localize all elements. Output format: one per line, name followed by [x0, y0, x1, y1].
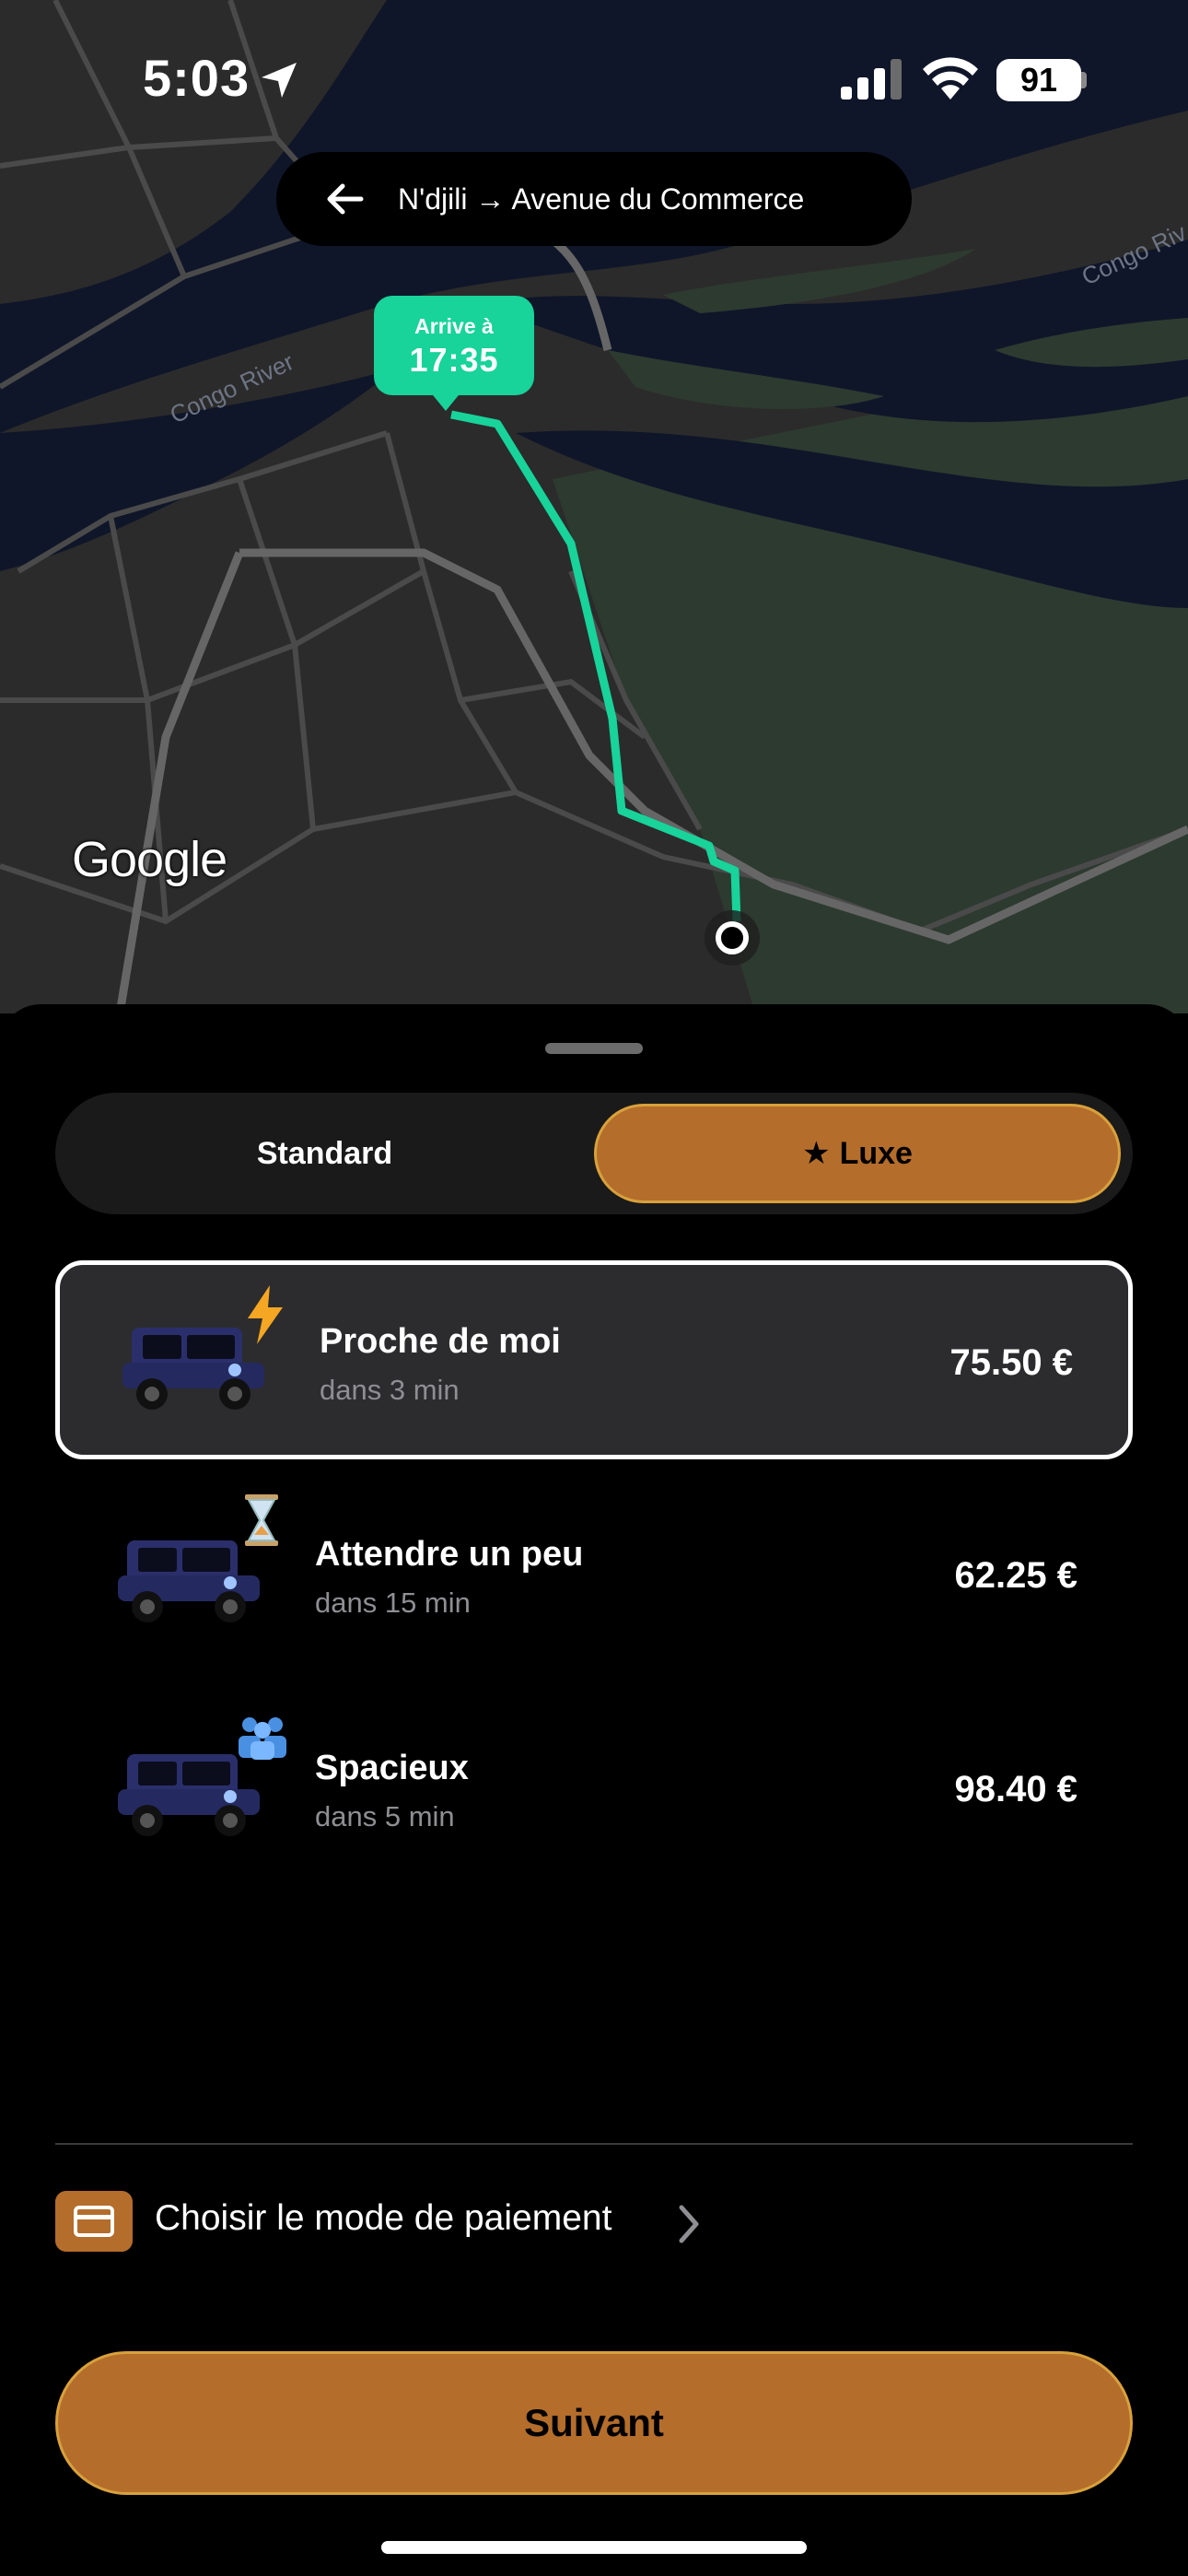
ride-option-proche[interactable]: Proche de moi dans 3 min 75.50 €	[55, 1260, 1133, 1459]
location-arrow-icon	[262, 63, 297, 98]
lightning-icon	[248, 1285, 283, 1344]
option-eta: dans 15 min	[315, 1587, 471, 1619]
option-price: 98.40 €	[954, 1769, 1077, 1809]
eta-label: Arrive à	[414, 314, 494, 338]
ride-option-spacieux[interactable]: Spacieux dans 5 min 98.40 €	[55, 1692, 1133, 1891]
star-icon: ★	[802, 1136, 831, 1171]
option-eta: dans 3 min	[320, 1374, 460, 1406]
option-title: Attendre un peu	[315, 1535, 584, 1574]
option-title: Spacieux	[315, 1749, 469, 1787]
battery-indicator: 91	[996, 59, 1081, 101]
route-summary: N'djili → Avenue du Commerce	[398, 181, 805, 216]
eta-time: 17:35	[409, 341, 499, 379]
option-title: Proche de moi	[320, 1322, 561, 1361]
pickup-marker-icon	[716, 921, 749, 954]
divider	[55, 2143, 1133, 2145]
people-icon	[239, 1717, 286, 1760]
tab-standard[interactable]: Standard	[55, 1093, 594, 1214]
tab-standard-label: Standard	[256, 1135, 393, 1171]
hourglass-icon	[245, 1494, 278, 1546]
option-price: 62.25 €	[954, 1555, 1077, 1596]
option-price: 75.50 €	[949, 1342, 1073, 1383]
tab-luxe-label: Luxe	[839, 1135, 913, 1171]
next-button[interactable]: Suivant	[55, 2351, 1133, 2495]
credit-card-icon[interactable]	[55, 2191, 133, 2252]
tab-luxe[interactable]: ★ Luxe	[594, 1104, 1121, 1203]
status-time: 5:03	[143, 49, 250, 107]
route-header: N'djili → Avenue du Commerce	[276, 152, 912, 246]
payment-method-label[interactable]: Choisir le mode de paiement	[155, 2198, 611, 2239]
back-arrow-icon[interactable]	[324, 179, 365, 219]
next-button-label: Suivant	[524, 2401, 664, 2444]
home-indicator[interactable]	[381, 2541, 807, 2554]
ride-option-attendre[interactable]: Attendre un peu dans 15 min 62.25 €	[55, 1478, 1133, 1677]
cellular-signal-icon	[841, 59, 902, 100]
battery-tip	[1081, 72, 1087, 88]
wifi-icon	[923, 57, 978, 100]
google-logo: Google	[72, 832, 227, 887]
option-eta: dans 5 min	[315, 1800, 455, 1832]
eta-bubble: Arrive à 17:35	[374, 296, 534, 395]
chevron-right-icon[interactable]	[676, 2204, 702, 2244]
sheet-drag-handle[interactable]	[545, 1043, 643, 1054]
eta-bubble-tail	[429, 391, 462, 411]
status-bar: 5:03 91	[0, 0, 1188, 157]
